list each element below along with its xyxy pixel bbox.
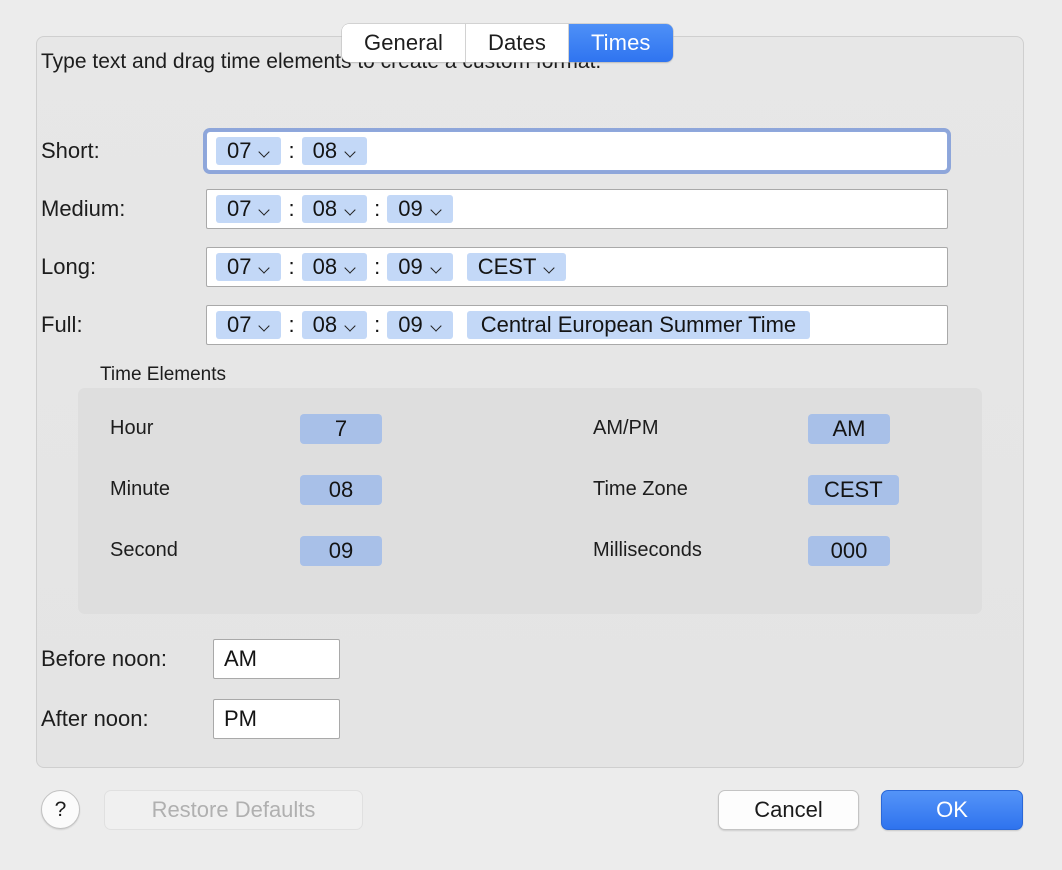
- format-row-medium: Medium:07:08:09: [41, 189, 948, 229]
- time-element-row: Minute08: [110, 459, 382, 520]
- format-label: Short:: [41, 138, 206, 164]
- token-label: 07: [227, 196, 251, 222]
- token-label: 07: [227, 138, 251, 164]
- time-element-chip[interactable]: 08: [300, 475, 382, 505]
- format-token[interactable]: 09: [387, 253, 452, 281]
- time-element-chip[interactable]: 000: [808, 536, 890, 566]
- format-field-short[interactable]: 07:08: [206, 131, 948, 171]
- chevron-down-icon[interactable]: [345, 322, 356, 329]
- format-field-long[interactable]: 07:08:09CEST: [206, 247, 948, 287]
- separator-text: :: [367, 196, 387, 222]
- format-token[interactable]: 08: [302, 311, 367, 339]
- tab-general[interactable]: General: [342, 24, 466, 62]
- format-label: Full:: [41, 312, 206, 338]
- token-label: 08: [313, 254, 337, 280]
- format-row-long: Long:07:08:09CEST: [41, 247, 948, 287]
- format-token[interactable]: 09: [387, 195, 452, 223]
- chevron-down-icon[interactable]: [431, 206, 442, 213]
- format-row-full: Full:07:08:09Central European Summer Tim…: [41, 305, 948, 345]
- before-noon-input[interactable]: AM: [213, 639, 340, 679]
- time-element-row: Hour7: [110, 398, 382, 459]
- format-label: Long:: [41, 254, 206, 280]
- separator-text: :: [367, 312, 387, 338]
- after-noon-input[interactable]: PM: [213, 699, 340, 739]
- help-button[interactable]: ?: [41, 790, 80, 829]
- token-label: 08: [313, 196, 337, 222]
- token-label: CEST: [478, 254, 537, 280]
- format-token[interactable]: 07: [216, 195, 281, 223]
- time-element-row: Time ZoneCEST: [593, 459, 899, 520]
- separator-text: :: [281, 138, 301, 164]
- token-label: 09: [398, 254, 422, 280]
- time-element-label: Second: [110, 539, 300, 562]
- time-element-chip[interactable]: 7: [300, 414, 382, 444]
- time-elements-title: Time Elements: [100, 364, 226, 386]
- cancel-button[interactable]: Cancel: [718, 790, 859, 830]
- separator-text: :: [281, 196, 301, 222]
- separator-text: :: [367, 254, 387, 280]
- chevron-down-icon[interactable]: [431, 322, 442, 329]
- chevron-down-icon[interactable]: [259, 322, 270, 329]
- format-field-full[interactable]: 07:08:09Central European Summer Time: [206, 305, 948, 345]
- noon-row: After noon:PM: [41, 699, 340, 739]
- tab-times[interactable]: Times: [569, 24, 673, 62]
- time-element-label: Time Zone: [593, 478, 808, 501]
- time-element-chip[interactable]: 09: [300, 536, 382, 566]
- chevron-down-icon[interactable]: [345, 264, 356, 271]
- time-element-label: Minute: [110, 478, 300, 501]
- format-token[interactable]: 08: [302, 195, 367, 223]
- format-token[interactable]: 09: [387, 311, 452, 339]
- token-label: 07: [227, 254, 251, 280]
- token-label: 09: [398, 196, 422, 222]
- chevron-down-icon[interactable]: [544, 264, 555, 271]
- time-element-chip[interactable]: AM: [808, 414, 890, 444]
- chevron-down-icon[interactable]: [345, 206, 356, 213]
- token-label: 07: [227, 312, 251, 338]
- time-element-row: Second09: [110, 520, 382, 581]
- token-label: 08: [313, 138, 337, 164]
- format-token[interactable]: 07: [216, 137, 281, 165]
- ok-button[interactable]: OK: [881, 790, 1023, 830]
- chevron-down-icon[interactable]: [431, 264, 442, 271]
- token-label: 09: [398, 312, 422, 338]
- time-element-label: Milliseconds: [593, 539, 808, 562]
- time-element-label: Hour: [110, 417, 300, 440]
- chevron-down-icon[interactable]: [345, 148, 356, 155]
- format-row-short: Short:07:08: [41, 131, 948, 171]
- format-token[interactable]: Central European Summer Time: [467, 311, 810, 339]
- separator-text: :: [281, 312, 301, 338]
- restore-defaults-button[interactable]: Restore Defaults: [104, 790, 363, 830]
- tab-bar: GeneralDatesTimes: [342, 24, 673, 62]
- noon-row: Before noon:AM: [41, 639, 340, 679]
- noon-label: Before noon:: [41, 646, 213, 672]
- format-token[interactable]: 08: [302, 253, 367, 281]
- time-elements-groupbox: Hour7Minute08Second09 AM/PMAMTime ZoneCE…: [78, 388, 982, 614]
- format-token[interactable]: CEST: [467, 253, 567, 281]
- format-token[interactable]: 07: [216, 253, 281, 281]
- noon-label: After noon:: [41, 706, 213, 732]
- format-field-medium[interactable]: 07:08:09: [206, 189, 948, 229]
- time-element-chip[interactable]: CEST: [808, 475, 899, 505]
- time-element-row: AM/PMAM: [593, 398, 899, 459]
- chevron-down-icon[interactable]: [259, 206, 270, 213]
- format-label: Medium:: [41, 196, 206, 222]
- chevron-down-icon[interactable]: [259, 148, 270, 155]
- token-label: Central European Summer Time: [481, 312, 796, 338]
- chevron-down-icon[interactable]: [259, 264, 270, 271]
- time-element-row: Milliseconds000: [593, 520, 899, 581]
- time-element-label: AM/PM: [593, 417, 808, 440]
- token-label: 08: [313, 312, 337, 338]
- tab-dates[interactable]: Dates: [466, 24, 569, 62]
- format-token[interactable]: 07: [216, 311, 281, 339]
- format-token[interactable]: 08: [302, 137, 367, 165]
- separator-text: :: [281, 254, 301, 280]
